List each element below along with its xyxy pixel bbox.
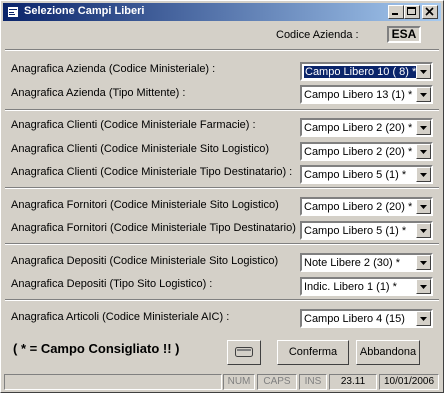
select-value: Campo Libero 2 (20) *: [304, 122, 413, 134]
select-value: Campo Libero 10 ( 8) *: [302, 65, 419, 79]
select-fornitori-sito[interactable]: Campo Libero 2 (20) *: [300, 197, 433, 216]
select-depositi-tipo[interactable]: Indic. Libero 1 (1) *: [300, 277, 433, 296]
codice-azienda-value: ESA: [387, 26, 421, 43]
select-clienti-sito[interactable]: Campo Libero 2 (20) *: [300, 142, 433, 161]
select-value: Campo Libero 2 (20) *: [304, 201, 413, 213]
close-button[interactable]: [422, 5, 438, 19]
close-icon: [425, 7, 434, 16]
field-label-articoli-aic: Anagrafica Articoli (Codice Ministeriale…: [11, 311, 230, 323]
codice-azienda-label: Codice Azienda :: [276, 29, 359, 41]
keyboard-button[interactable]: [227, 340, 261, 365]
dropdown-button[interactable]: [416, 255, 431, 270]
keyboard-icon: [235, 347, 253, 357]
abbandona-button[interactable]: Abbandona: [356, 340, 420, 365]
select-value: Campo Libero 4 (15): [304, 313, 405, 325]
select-value: Campo Libero 5 (1) *: [304, 225, 407, 237]
field-label-fornitori-sito: Anagrafica Fornitori (Codice Ministerial…: [11, 199, 279, 211]
field-label-depositi-tipo: Anagrafica Depositi (Tipo Sito Logistico…: [11, 278, 213, 290]
field-label-clienti-farmacie: Anagrafica Clienti (Codice Ministeriale …: [11, 119, 256, 131]
chevron-down-icon: [420, 261, 427, 265]
status-num: NUM: [223, 374, 255, 390]
select-value: Campo Libero 13 (1) *: [304, 89, 413, 101]
chevron-down-icon: [420, 93, 427, 97]
dropdown-button[interactable]: [416, 167, 431, 182]
window-title: Selezione Campi Liberi: [24, 5, 145, 17]
status-ins: INS: [299, 374, 327, 390]
select-value: Indic. Libero 1 (1) *: [304, 281, 397, 293]
dropdown-button[interactable]: [416, 120, 431, 135]
main-window: Selezione Campi Liberi Codice Azienda : …: [0, 0, 444, 393]
dropdown-button[interactable]: [416, 279, 431, 294]
chevron-down-icon: [420, 317, 427, 321]
minimize-button[interactable]: [388, 5, 404, 19]
select-depositi-sito[interactable]: Note Libere 2 (30) *: [300, 253, 433, 272]
separator: [5, 49, 439, 51]
chevron-down-icon: [420, 150, 427, 154]
minimize-icon: [392, 13, 398, 15]
select-value: Note Libere 2 (30) *: [304, 257, 400, 269]
dropdown-button[interactable]: [416, 223, 431, 238]
dropdown-button[interactable]: [416, 87, 431, 102]
maximize-button[interactable]: [404, 5, 420, 19]
conferma-button[interactable]: Conferma: [277, 340, 349, 365]
title-bar[interactable]: Selezione Campi Liberi: [3, 3, 441, 21]
field-label-depositi-sito: Anagrafica Depositi (Codice Ministeriale…: [11, 255, 279, 267]
dropdown-button[interactable]: [416, 144, 431, 159]
separator: [5, 243, 439, 245]
dropdown-button[interactable]: [416, 64, 431, 79]
select-clienti-destinatario[interactable]: Campo Libero 5 (1) *: [300, 165, 433, 184]
select-azienda-codice[interactable]: Campo Libero 10 ( 8) *: [300, 62, 433, 81]
select-azienda-mittente[interactable]: Campo Libero 13 (1) *: [300, 85, 433, 104]
separator: [5, 299, 439, 301]
chevron-down-icon: [420, 229, 427, 233]
field-label-clienti-sito: Anagrafica Clienti (Codice Ministeriale …: [11, 143, 270, 155]
chevron-down-icon: [420, 173, 427, 177]
chevron-down-icon: [420, 126, 427, 130]
status-caps: CAPS: [257, 374, 297, 390]
app-icon: [7, 6, 19, 18]
chevron-down-icon: [420, 70, 427, 74]
field-label-azienda-codice: Anagrafica Azienda (Codice Ministeriale)…: [11, 63, 216, 75]
separator: [5, 109, 439, 111]
separator: [5, 187, 439, 189]
select-value: Campo Libero 2 (20) *: [304, 146, 413, 158]
select-clienti-farmacie[interactable]: Campo Libero 2 (20) *: [300, 118, 433, 137]
legend-text: ( * = Campo Consigliato !! ): [13, 341, 180, 356]
chevron-down-icon: [420, 205, 427, 209]
field-label-fornitori-destinatario: Anagrafica Fornitori (Codice Ministerial…: [11, 222, 303, 234]
maximize-icon: [407, 7, 416, 15]
field-label-clienti-destinatario: Anagrafica Clienti (Codice Ministeriale …: [11, 166, 293, 178]
status-time: 23.11: [329, 374, 377, 390]
status-panel: [4, 374, 222, 390]
status-date: 10/01/2006: [379, 374, 439, 390]
dropdown-button[interactable]: [416, 199, 431, 214]
field-label-azienda-mittente: Anagrafica Azienda (Tipo Mittente) :: [11, 87, 186, 99]
chevron-down-icon: [420, 285, 427, 289]
select-fornitori-destinatario[interactable]: Campo Libero 5 (1) *: [300, 221, 433, 240]
dropdown-button[interactable]: [416, 311, 431, 326]
select-articoli-aic[interactable]: Campo Libero 4 (15): [300, 309, 433, 328]
select-value: Campo Libero 5 (1) *: [304, 169, 407, 181]
